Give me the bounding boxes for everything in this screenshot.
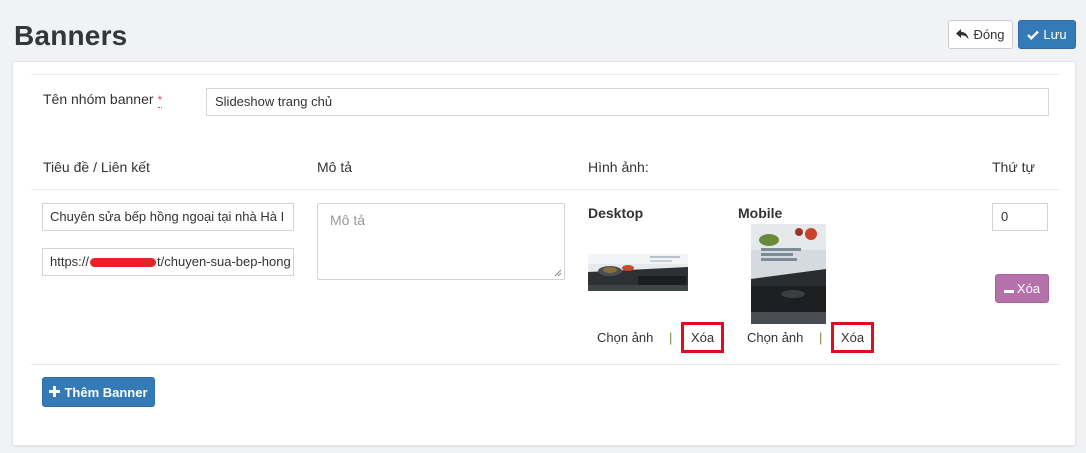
close-button[interactable]: Đóng	[948, 20, 1013, 49]
divider	[31, 189, 1059, 190]
banner-title-input[interactable]: Chuyên sửa bếp hồng ngoại tại nhà Hà I	[42, 203, 294, 231]
desktop-label: Desktop	[588, 205, 644, 221]
required-mark: *	[157, 93, 163, 108]
divider	[31, 364, 1059, 365]
desktop-choose-image-link[interactable]: Chọn ảnh	[597, 330, 653, 345]
delete-row-label: Xóa	[1016, 281, 1041, 296]
desktop-delete-image-link[interactable]: Xóa	[681, 322, 724, 353]
banner-panel: Tên nhóm banner * Slideshow trang chủ Tiê…	[12, 61, 1076, 446]
check-icon	[1027, 30, 1040, 40]
plus-icon	[49, 385, 61, 400]
description-textarea[interactable]: Mô tả	[317, 203, 565, 280]
desktop-delete-image-label: Xóa	[690, 330, 715, 345]
mobile-delete-image-link[interactable]: Xóa	[831, 322, 874, 353]
group-name-label: Tên nhóm banner *	[43, 91, 163, 108]
save-button-label: Lưu	[1043, 27, 1067, 42]
desktop-banner-thumbnail	[588, 254, 688, 291]
redaction-mark	[90, 258, 157, 268]
close-button-label: Đóng	[973, 27, 1005, 42]
order-input[interactable]: 0	[992, 203, 1048, 231]
order-value: 0	[1001, 209, 1009, 224]
group-name-label-text: Tên nhóm banner	[43, 91, 154, 107]
mobile-label: Mobile	[738, 205, 783, 221]
group-name-value: Slideshow trang chủ	[215, 94, 333, 109]
column-title-link: Tiêu đề / Liên kết	[43, 159, 150, 175]
banner-link-input[interactable]: https:// t/chuyen-sua-bep-hong	[42, 248, 294, 276]
separator: |	[819, 330, 823, 345]
save-button[interactable]: Lưu	[1018, 20, 1076, 49]
column-order: Thứ tự	[992, 159, 1035, 175]
column-description: Mô tả	[317, 159, 353, 175]
add-banner-label: Thêm Banner	[64, 384, 148, 400]
column-image: Hình ảnh:	[588, 159, 649, 175]
delete-row-button[interactable]: Xóa	[995, 274, 1049, 303]
banner-link-suffix: t/chuyen-sua-bep-hong	[157, 254, 291, 269]
minus-icon	[1003, 281, 1014, 296]
resize-grip-icon[interactable]	[554, 269, 562, 277]
group-name-input[interactable]: Slideshow trang chủ	[206, 88, 1049, 116]
reply-arrow-icon	[956, 29, 969, 40]
add-banner-button[interactable]: Thêm Banner	[42, 377, 155, 407]
banner-link-prefix: https://	[50, 254, 90, 269]
mobile-choose-image-link[interactable]: Chọn ảnh	[747, 330, 803, 345]
description-placeholder: Mô tả	[330, 212, 366, 228]
mobile-banner-thumbnail	[751, 224, 826, 324]
banner-title-value: Chuyên sửa bếp hồng ngoại tại nhà Hà I	[50, 209, 285, 224]
divider	[31, 74, 1059, 75]
separator: |	[669, 330, 673, 345]
mobile-delete-image-label: Xóa	[840, 330, 865, 345]
page-title: Banners	[14, 20, 128, 51]
